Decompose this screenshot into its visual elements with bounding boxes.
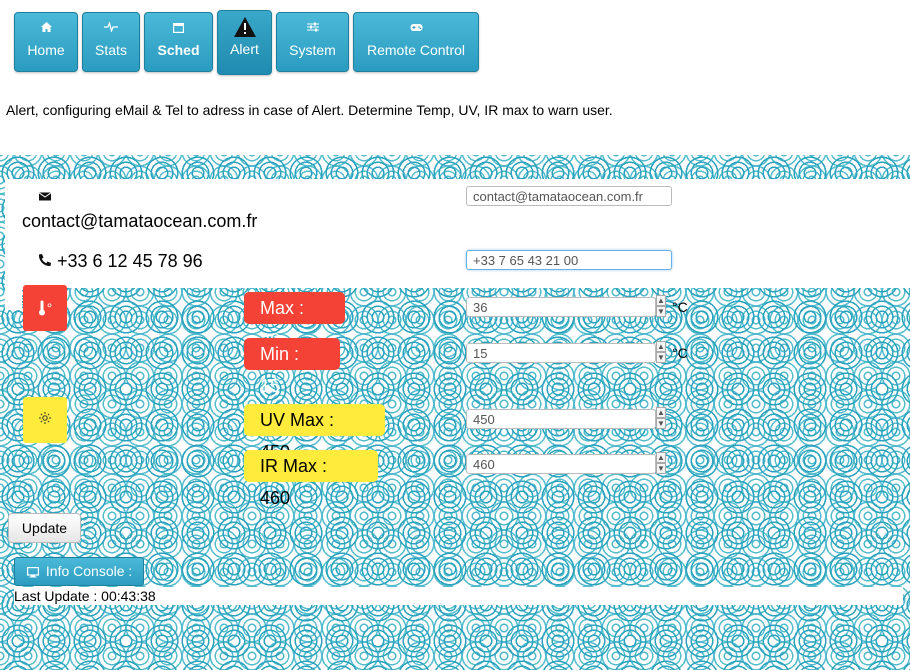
calendar-icon <box>145 22 212 36</box>
monitor-icon <box>27 563 46 579</box>
nav-sched-button[interactable]: Sched <box>144 12 213 72</box>
panel-edge <box>5 288 22 310</box>
uv-max-spinner[interactable]: ▲ ▼ <box>656 407 666 431</box>
uv-max-stepper: ▲▼ <box>466 407 666 431</box>
phone-icon <box>37 253 52 268</box>
info-console-button[interactable]: Info Console : <box>14 557 144 586</box>
nav-stats-label: Stats <box>95 42 127 58</box>
temperature-icon-box: ° <box>23 285 67 331</box>
spin-down-icon[interactable]: ▼ <box>656 306 666 317</box>
temp-max-input[interactable] <box>466 297 656 317</box>
temp-max-unit: °C <box>672 299 688 315</box>
temp-min-unit: °C <box>672 345 688 361</box>
temp-max-badge: Max : 36 <box>244 292 345 350</box>
warning-icon <box>218 17 271 37</box>
spin-up-icon[interactable]: ▲ <box>656 452 666 463</box>
ir-max-badge: IR Max : 460 <box>244 450 378 508</box>
nav-system-label: System <box>289 42 336 58</box>
temp-min-spinner[interactable]: ▲ ▼ <box>656 341 666 365</box>
info-console-label: Info Console : <box>45 563 133 579</box>
degree-sign: ° <box>46 300 53 316</box>
last-update-text: Last Update : 00:43:38 <box>14 588 156 604</box>
nav-home-button[interactable]: Home <box>14 12 78 72</box>
uv-max-input[interactable] <box>466 409 656 429</box>
temp-min-stepper: ▲▼ °C <box>466 341 688 365</box>
spin-up-icon[interactable]: ▲ <box>656 407 666 418</box>
temp-min-input[interactable] <box>466 343 656 363</box>
pulse-icon <box>83 20 139 36</box>
sun-icon <box>39 411 51 429</box>
email-field[interactable] <box>466 186 672 206</box>
nav-remote-control-button[interactable]: Remote Control <box>353 12 479 72</box>
nav-remote-control-label: Remote Control <box>366 42 466 58</box>
ir-max-stepper: ▲▼ <box>466 452 666 476</box>
nav-alert-label: Alert <box>230 41 259 57</box>
sun-icon-box <box>23 397 67 443</box>
ir-max-input[interactable] <box>466 454 656 474</box>
spin-down-icon[interactable]: ▼ <box>656 463 666 474</box>
nav-alert-button[interactable]: Alert <box>217 10 272 75</box>
spin-up-icon[interactable]: ▲ <box>656 341 666 352</box>
update-button[interactable]: Update <box>8 513 81 543</box>
ir-max-spinner[interactable]: ▲ ▼ <box>656 452 666 476</box>
nav-system-button[interactable]: System <box>276 12 349 72</box>
temp-max-stepper: ▲▼ °C <box>466 295 688 319</box>
temp-min-badge: Min : 15 <box>244 338 340 396</box>
thermometer-icon: ° <box>38 300 53 316</box>
spin-down-icon[interactable]: ▼ <box>656 352 666 363</box>
nav-stats-button[interactable]: Stats <box>82 12 140 72</box>
spin-up-icon[interactable]: ▲ <box>656 295 666 306</box>
envelope-icon <box>38 189 52 203</box>
alert-email-display: contact@tamataocean.com.fr <box>22 211 258 231</box>
nav-sched-label: Sched <box>157 42 200 58</box>
nav-home-label: Home <box>27 42 65 58</box>
alert-phone-display: +33 6 12 45 78 96 <box>57 251 203 271</box>
uv-max-badge: UV Max : 450 <box>244 404 385 462</box>
page-description: Alert, configuring eMail & Tel to adress… <box>6 102 613 118</box>
spin-down-icon[interactable]: ▼ <box>656 418 666 429</box>
gamepad-icon <box>354 22 478 36</box>
sliders-icon <box>277 22 348 36</box>
temp-max-spinner[interactable]: ▲ ▼ <box>656 295 666 319</box>
home-icon <box>15 22 77 36</box>
phone-field[interactable] <box>466 250 672 270</box>
